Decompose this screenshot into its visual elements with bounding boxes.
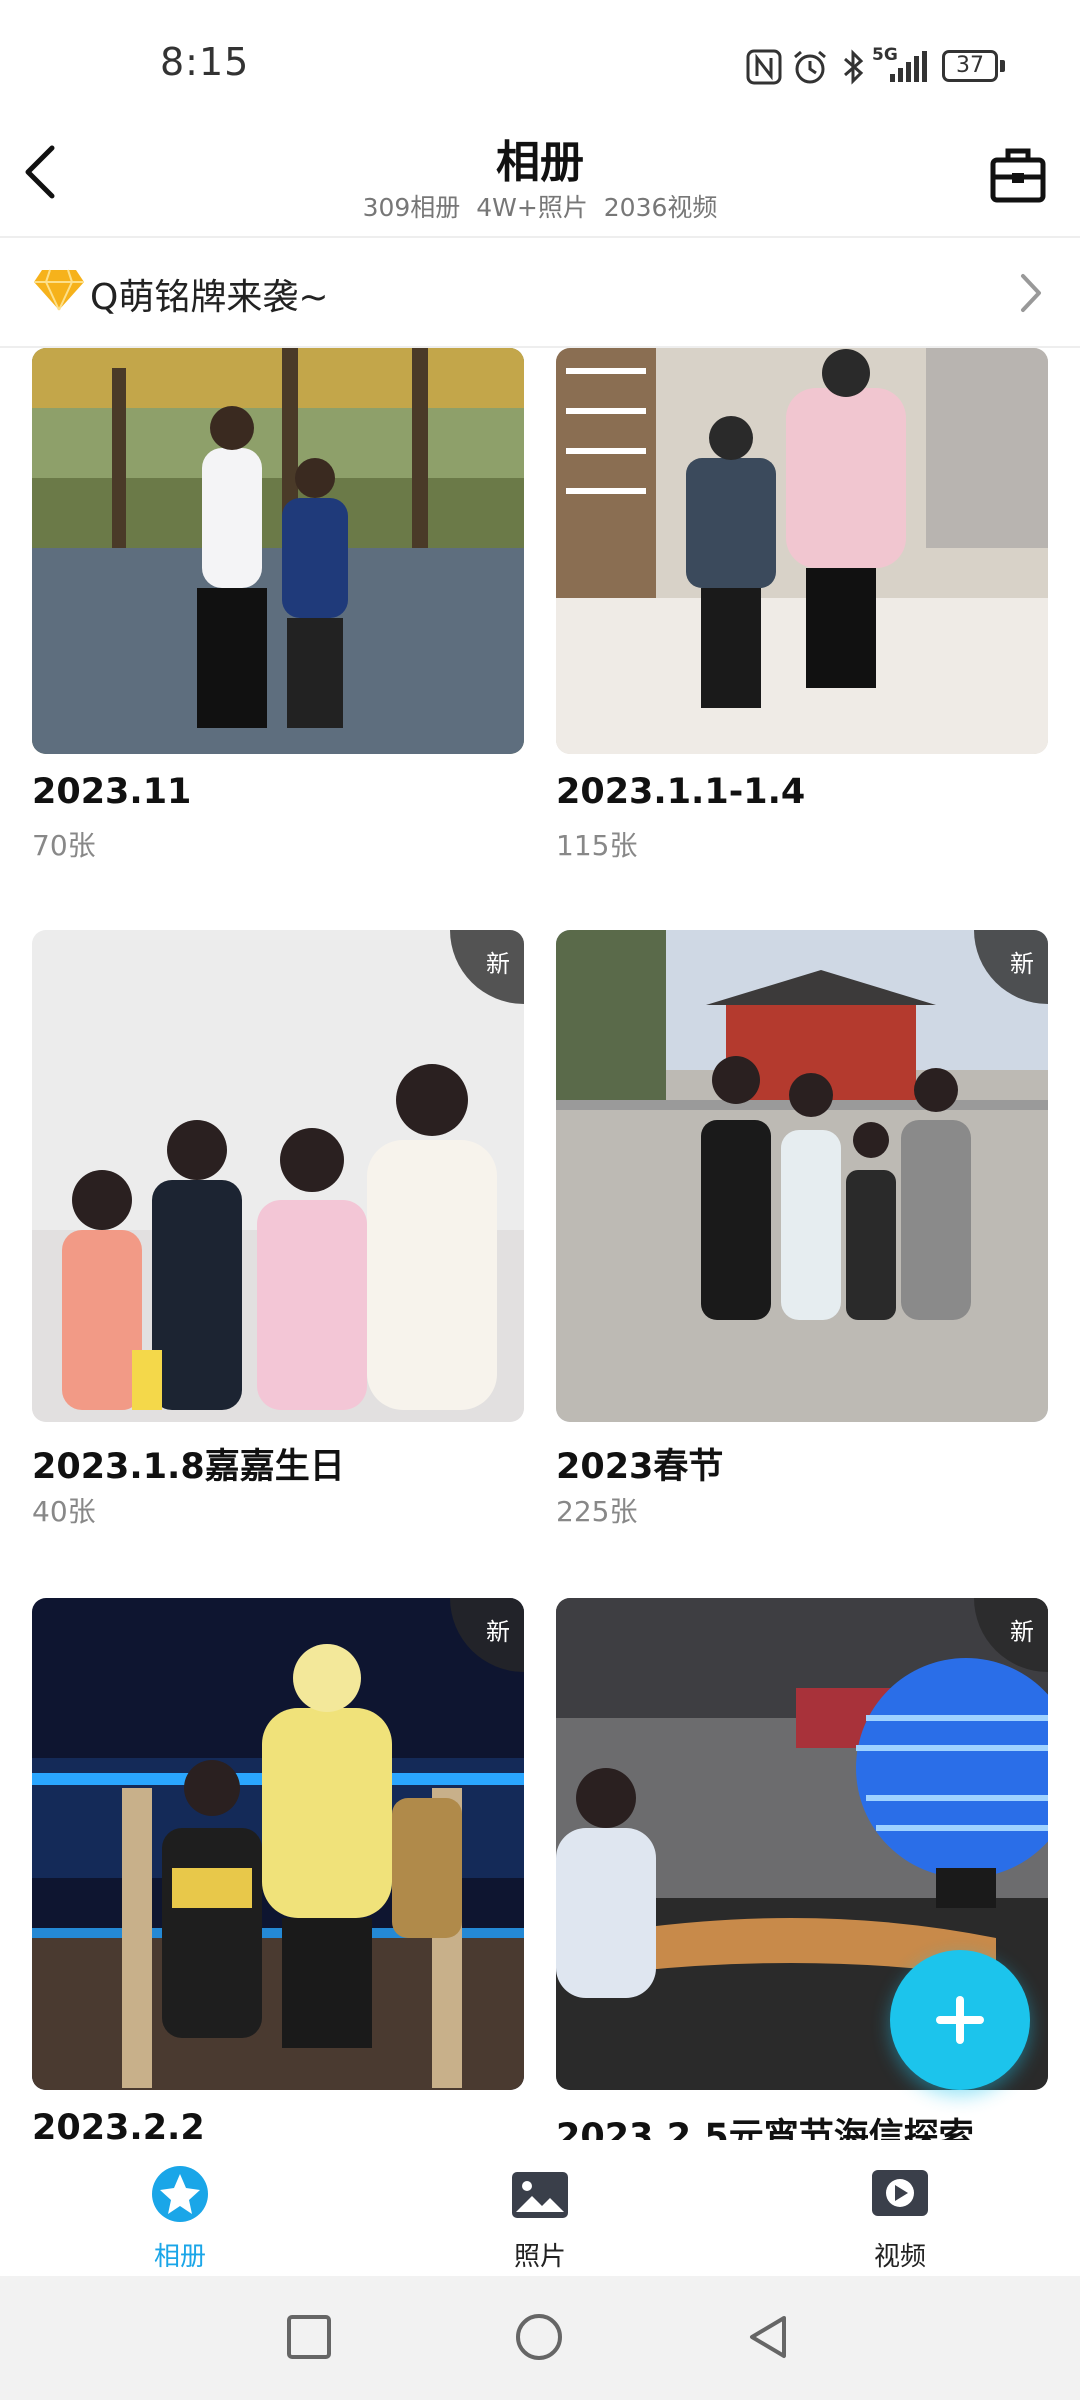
- album-card[interactable]: 2023.1.1-1.4 115张: [556, 262, 1048, 862]
- signal-5g-icon: [890, 51, 927, 82]
- page-title: 相册: [496, 137, 584, 188]
- tab-videos[interactable]: 视频: [800, 2140, 1000, 2276]
- toolbox-icon[interactable]: [990, 146, 1046, 204]
- home-icon[interactable]: [514, 2312, 564, 2362]
- system-nav-bar: [0, 2276, 1080, 2400]
- album-title: 2023.1.1-1.4: [556, 772, 806, 812]
- album-card[interactable]: 新 2023.1.8嘉嘉生日 40张: [32, 930, 524, 1530]
- photo-icon: [512, 2172, 568, 2218]
- album-card[interactable]: 新 2023春节 225张: [556, 930, 1048, 1530]
- album-title: 2023.11: [32, 772, 192, 812]
- plus-icon-vertical: [956, 1996, 964, 2044]
- bluetooth-icon: [844, 49, 864, 85]
- tab-label: 照片: [513, 2242, 566, 2272]
- status-bar: 8:15 5G 37: [0, 0, 1080, 120]
- bottom-tab-bar: 相册 照片 视频: [0, 2140, 1080, 2276]
- album-cover: [556, 348, 1048, 754]
- recents-icon[interactable]: [284, 2312, 334, 2362]
- tab-label: 视频: [873, 2242, 926, 2272]
- page-subtitle: 309相册 4W+照片 2036视频: [362, 193, 718, 222]
- album-count: 225张: [556, 1495, 638, 1528]
- add-album-button[interactable]: [890, 1950, 1030, 2090]
- album-icon: [152, 2166, 208, 2222]
- battery-icon: 37: [942, 50, 998, 82]
- album-card[interactable]: [32, 262, 524, 762]
- status-time: 8:15: [160, 40, 250, 84]
- album-cover: 新: [32, 1598, 524, 2090]
- album-cover: [32, 348, 524, 754]
- back-triangle-icon[interactable]: [744, 2312, 794, 2362]
- battery-tip: [1000, 60, 1005, 72]
- album-card[interactable]: 新 2023.2.2: [32, 1598, 524, 2158]
- album-count: 40张: [32, 1495, 96, 1528]
- video-icon: [872, 2170, 928, 2216]
- tab-albums[interactable]: 相册: [80, 2140, 280, 2276]
- album-cover: 新: [556, 930, 1048, 1422]
- tab-label: 相册: [153, 2242, 206, 2272]
- tab-photos[interactable]: 照片: [440, 2140, 640, 2276]
- album-cover: 新: [32, 930, 524, 1422]
- album-count: 115张: [556, 829, 638, 862]
- album-title: 2023春节: [556, 1447, 724, 1487]
- album-count: 70张: [32, 829, 96, 862]
- album-title: 2023.1.8嘉嘉生日: [32, 1447, 345, 1487]
- nfc-icon: [746, 49, 782, 85]
- alarm-icon: [794, 50, 826, 84]
